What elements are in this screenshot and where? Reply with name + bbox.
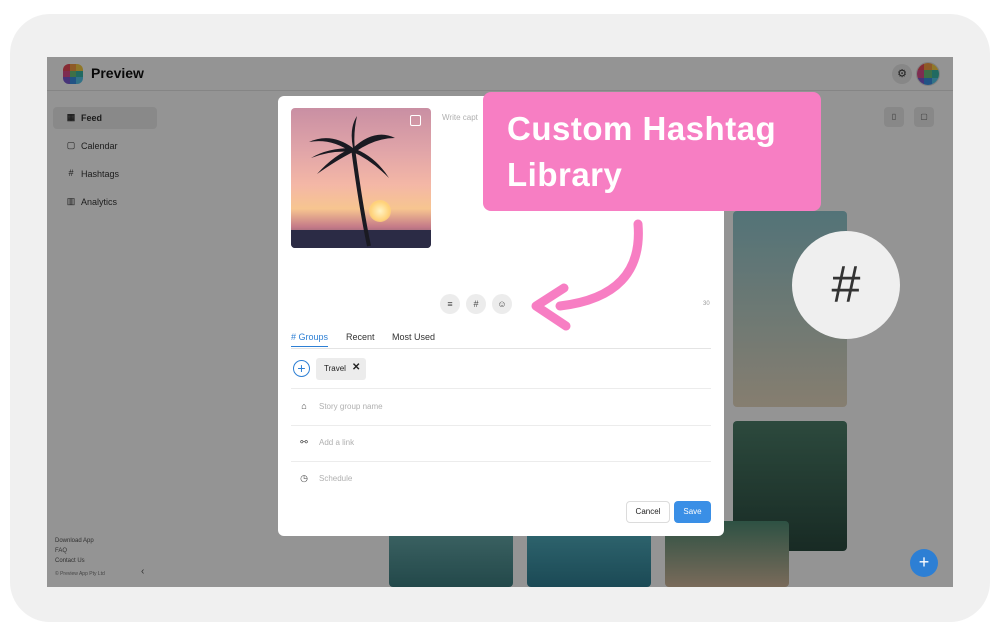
align-text-icon[interactable]: ≡ (440, 294, 460, 314)
add-post-button[interactable]: + (910, 549, 938, 577)
callout-box: Custom Hashtag Library (483, 92, 821, 211)
divider (291, 425, 711, 426)
schedule-input[interactable]: Schedule (319, 474, 352, 483)
emoji-icon[interactable]: ☺ (492, 294, 512, 314)
add-link-input[interactable]: Add a link (319, 438, 354, 447)
callout-line-2: Library (507, 156, 623, 193)
cancel-button[interactable]: Cancel (626, 501, 670, 523)
sun (369, 200, 391, 222)
link-icon: ⚯ (300, 437, 308, 447)
palm-tree-silhouette (291, 116, 431, 248)
chip-label: Travel (324, 364, 346, 373)
divider (291, 461, 711, 462)
story-group-name-input[interactable]: Story group name (319, 402, 383, 411)
character-count: 30 (703, 301, 710, 307)
close-icon[interactable]: ✕ (352, 362, 360, 373)
divider (291, 388, 711, 389)
tab-groups[interactable]: # Groups (291, 332, 329, 347)
tab-recent[interactable]: Recent (346, 332, 375, 342)
save-button[interactable]: Save (674, 501, 711, 523)
tab-most-used[interactable]: Most Used (392, 332, 435, 342)
hashtag-icon: # (792, 231, 900, 339)
callout-line-1: Custom Hashtag (507, 110, 777, 147)
clock-icon: ◷ (300, 473, 308, 483)
arrow-icon (531, 219, 643, 331)
hashtag-group-chip[interactable]: Travel ✕ (316, 358, 366, 380)
caption-input[interactable]: Write capt (442, 113, 478, 122)
post-photo (291, 108, 431, 248)
callout-text: Custom Hashtag Library (507, 106, 817, 198)
tag-icon: ⌂ (301, 401, 307, 411)
hashtag-button-icon[interactable]: # (466, 294, 486, 314)
add-group-icon[interactable]: + (293, 360, 310, 377)
multi-image-icon (410, 115, 421, 126)
